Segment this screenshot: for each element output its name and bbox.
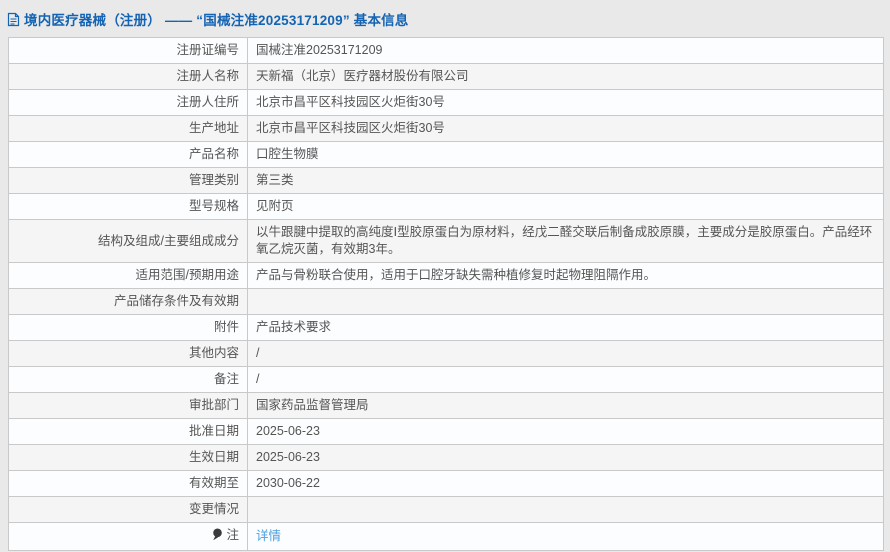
row-value: / [247, 340, 884, 367]
row-label: 产品名称 [8, 141, 248, 168]
row-label: 注册证编号 [8, 37, 248, 64]
row-label-text: 适用范围/预期用途 [135, 268, 239, 282]
row-label-text: 型号规格 [188, 199, 239, 213]
row-label-text: 审批部门 [188, 398, 239, 412]
table-row: 产品名称 口腔生物膜 [8, 141, 884, 168]
row-label: 生产地址 [8, 115, 248, 142]
row-value: 国械注准20253171209 [247, 37, 884, 64]
row-value: 天新福（北京）医疗器材股份有限公司 [247, 63, 884, 90]
row-label-text: 结构及组成/主要组成成分 [98, 233, 239, 248]
row-label: 型号规格 [8, 193, 248, 220]
row-label-text: 变更情况 [188, 502, 239, 516]
table-row: 生产地址 北京市昌平区科技园区火炬街30号 [8, 115, 884, 142]
row-value: 以牛跟腱中提取的高纯度Ⅰ型胶原蛋白为原材料，经戊二醛交联后制备成胶原膜，主要成分… [247, 219, 884, 263]
row-label: 备注 [8, 366, 248, 393]
row-label: 其他内容 [8, 340, 248, 367]
row-label: 生效日期 [8, 444, 248, 471]
row-value: 2030-06-22 [247, 470, 884, 497]
row-value: 口腔生物膜 [247, 141, 884, 168]
table-row: 适用范围/预期用途 产品与骨粉联合使用，适用于口腔牙缺失需种植修复时起物理阻隔作用… [8, 262, 884, 289]
row-label: 有效期至 [8, 470, 248, 497]
row-value [247, 288, 884, 315]
row-label-text: 注 [226, 528, 239, 542]
table-row: 注册人名称 天新福（北京）医疗器材股份有限公司 [8, 63, 884, 90]
table-row: 有效期至 2030-06-22 [8, 470, 884, 497]
device-info-table: 注册证编号 国械注准20253171209 注册人名称 天新福（北京）医疗器材股份有限… [8, 37, 884, 551]
table-row: 型号规格 见附页 [8, 193, 884, 220]
row-label-text: 注册人名称 [176, 69, 239, 83]
document-icon [7, 12, 20, 27]
row-label: 结构及组成/主要组成成分 [8, 219, 248, 263]
row-value: 详情 [247, 522, 884, 551]
table-row: 生效日期 2025-06-23 [8, 444, 884, 471]
table-row: 备注 / [8, 366, 884, 393]
table-row: 批准日期 2025-06-23 [8, 418, 884, 445]
row-label: 附件 [8, 314, 248, 341]
row-label-text: 管理类别 [188, 173, 239, 187]
table-row: 注册证编号 国械注准20253171209 [8, 37, 884, 64]
row-label: 变更情况 [8, 496, 248, 523]
row-label: 注 [8, 522, 248, 551]
table-row: 注册人住所 北京市昌平区科技园区火炬街30号 [8, 89, 884, 116]
row-value: 2025-06-23 [247, 418, 884, 445]
row-label: 适用范围/预期用途 [8, 262, 248, 289]
row-label: 注册人住所 [8, 89, 248, 116]
row-value: 见附页 [247, 193, 884, 220]
row-value: 国家药品监督管理局 [247, 392, 884, 419]
row-label-text: 注册人住所 [176, 95, 239, 109]
balloon-icon [212, 528, 223, 546]
table-row: 注 详情 [8, 522, 884, 551]
row-label: 管理类别 [8, 167, 248, 194]
row-label: 审批部门 [8, 392, 248, 419]
table-row: 审批部门 国家药品监督管理局 [8, 392, 884, 419]
table-row: 变更情况 [8, 496, 884, 523]
row-label-text: 产品储存条件及有效期 [113, 294, 239, 308]
row-value: 产品与骨粉联合使用，适用于口腔牙缺失需种植修复时起物理阻隔作用。 [247, 262, 884, 289]
row-value: 产品技术要求 [247, 314, 884, 341]
row-label: 批准日期 [8, 418, 248, 445]
details-link[interactable]: 详情 [256, 529, 281, 543]
row-label: 注册人名称 [8, 63, 248, 90]
row-label-text: 其他内容 [188, 346, 239, 360]
row-label-text: 注册证编号 [176, 43, 239, 57]
row-label-text: 生效日期 [188, 450, 239, 464]
table-row: 结构及组成/主要组成成分 以牛跟腱中提取的高纯度Ⅰ型胶原蛋白为原材料，经戊二醛交联… [8, 219, 884, 263]
page-title: 境内医疗器械（注册） —— “国械注准20253171209” 基本信息 [24, 13, 409, 28]
row-value [247, 496, 884, 523]
row-value: 2025-06-23 [247, 444, 884, 471]
row-label-text: 产品名称 [188, 147, 239, 161]
row-value: / [247, 366, 884, 393]
row-label-text: 批准日期 [188, 424, 239, 438]
row-label-text: 附件 [213, 320, 239, 334]
row-value: 北京市昌平区科技园区火炬街30号 [247, 115, 884, 142]
row-label-text: 生产地址 [188, 121, 239, 135]
info-table-body: 注册证编号 国械注准20253171209 注册人名称 天新福（北京）医疗器材股份有限… [8, 37, 884, 551]
row-value: 北京市昌平区科技园区火炬街30号 [247, 89, 884, 116]
row-label-text: 有效期至 [188, 476, 239, 490]
row-value: 第三类 [247, 167, 884, 194]
page-header: 境内医疗器械（注册） —— “国械注准20253171209” 基本信息 [0, 0, 890, 37]
table-row: 产品储存条件及有效期 [8, 288, 884, 315]
row-label-text: 备注 [213, 372, 239, 386]
table-row: 附件 产品技术要求 [8, 314, 884, 341]
row-label: 产品储存条件及有效期 [8, 288, 248, 315]
table-row: 管理类别 第三类 [8, 167, 884, 194]
table-row: 其他内容 / [8, 340, 884, 367]
